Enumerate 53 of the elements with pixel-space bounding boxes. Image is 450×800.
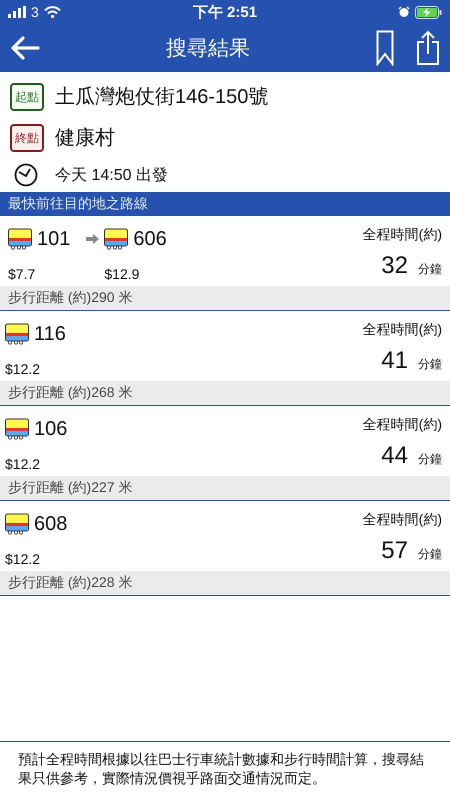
bus-icon xyxy=(5,513,29,535)
destination-name: 健康村 xyxy=(55,126,115,151)
share-icon[interactable] xyxy=(416,30,440,66)
nav-title: 搜尋結果 xyxy=(166,36,250,62)
duration-unit: 分鐘 xyxy=(418,261,442,278)
bus-icon xyxy=(5,323,29,345)
status-time: 下午 2:51 xyxy=(192,2,258,22)
departure-time: 今天 14:50 出發 xyxy=(55,166,168,186)
fare-text: $7.7 xyxy=(8,265,36,282)
duration-label: 全程時間(約) xyxy=(362,226,442,244)
duration-label: 全程時間(約) xyxy=(362,511,442,529)
bus-icon xyxy=(104,228,128,250)
route-number: 116 xyxy=(34,322,66,346)
disclaimer-text: 預計全程時間根據以往巴士行車統計數據和步行時間計算，搜尋結果只供參考，實際情況價視乎路面交通情況而定。 xyxy=(18,750,425,788)
clock-icon xyxy=(14,163,38,187)
fare-text: $12.2 xyxy=(5,455,42,472)
route-number: 606 xyxy=(133,228,167,250)
destination-tag: 終點 xyxy=(10,124,44,152)
duration-unit: 分鐘 xyxy=(418,356,442,373)
duration-unit: 分鐘 xyxy=(418,451,442,468)
walking-distance: 步行距離 (約)228 米 xyxy=(0,571,450,595)
walking-distance: 步行距離 (約)227 米 xyxy=(0,476,450,500)
walking-distance: 步行距離 (約)290 米 xyxy=(0,286,450,310)
carrier-label: 3 xyxy=(31,4,39,20)
fare-text: $12.9 xyxy=(104,265,140,282)
fare-text: $12.2 xyxy=(5,360,42,377)
wifi-icon xyxy=(44,6,61,18)
back-icon[interactable] xyxy=(10,36,40,60)
bus-icon xyxy=(8,228,32,250)
duration-value: 32 xyxy=(381,252,408,280)
route-card[interactable]: 608 $12.2 全程時間(約) 57 分鐘 步行距離 (約)228 米 xyxy=(0,501,450,596)
duration-value: 57 xyxy=(381,537,408,565)
route-number: 101 xyxy=(37,228,70,250)
duration-unit: 分鐘 xyxy=(418,546,442,563)
origin-tag: 起點 xyxy=(10,82,44,110)
origin-address: 土瓜灣炮仗街146-150號 xyxy=(55,85,268,110)
route-card[interactable]: 116 $12.2 全程時間(約) 41 分鐘 步行距離 (約)268 米 xyxy=(0,311,450,406)
duration-label: 全程時間(約) xyxy=(362,321,442,339)
route-card[interactable]: 106 $12.2 全程時間(約) 44 分鐘 步行距離 (約)227 米 xyxy=(0,406,450,501)
route-number: 608 xyxy=(34,512,68,536)
route-number: 106 xyxy=(34,418,68,440)
section-header: 最快前往目的地之路線 xyxy=(0,192,450,216)
bookmark-icon[interactable] xyxy=(376,30,394,66)
walking-distance: 步行距離 (約)268 米 xyxy=(0,381,450,405)
duration-label: 全程時間(約) xyxy=(362,416,442,434)
fare-text: $12.2 xyxy=(5,550,42,567)
duration-value: 44 xyxy=(381,442,408,470)
bus-icon xyxy=(5,418,29,440)
alarm-icon xyxy=(398,6,410,18)
route-card[interactable]: 101 $7.7 606 $12.9 全程時間(約) 32 分鐘 步行距離 (約)290 米 xyxy=(0,216,450,311)
arrow-icon xyxy=(86,234,100,244)
duration-value: 41 xyxy=(381,347,408,375)
signal-icon xyxy=(8,6,26,18)
